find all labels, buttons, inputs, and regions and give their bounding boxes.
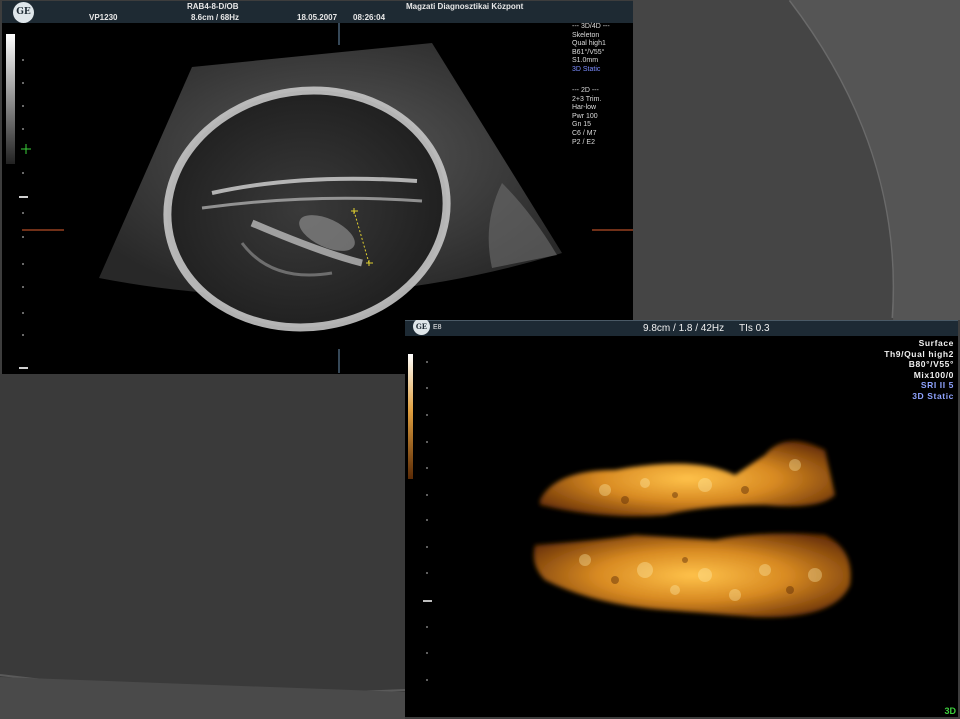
settings-3d-item: S1.0mm <box>572 57 599 65</box>
settings-2d-item: 2+3 Trim. <box>572 95 602 103</box>
settings-2d-item: Pwr 100 <box>572 112 598 120</box>
settings-3d-item: Qual high1 <box>572 40 606 48</box>
settings-2d-item: Har-low <box>572 104 597 112</box>
settings-3d-item: B61°/V55° <box>572 48 605 56</box>
patient-id: VP1230 <box>89 13 118 22</box>
thermal-index: TIs 0.3 <box>739 323 770 334</box>
settings-3d-item: Skeleton <box>572 31 600 39</box>
probe-label: RAB4-8-D/OB <box>187 2 239 11</box>
surface-render-image <box>423 361 851 681</box>
ultrasound-2d-panel: GE VP1230 RAB4-8-D/OB 8.6cm / 68Hz 18.05… <box>2 1 633 374</box>
institution-name: Magzati Diagnosztikai Központ <box>406 2 524 11</box>
depth-ruler <box>19 59 28 369</box>
mode-indicator: 3D <box>944 706 956 716</box>
settings-2d-item: C6 / M7 <box>572 129 597 137</box>
ge-logo-icon: GE <box>13 2 34 23</box>
settings-2d-item: Gn 15 <box>572 121 592 129</box>
background-panel-top-right <box>633 0 960 320</box>
settings-3d-item: 3D Static <box>572 65 601 73</box>
header-row-1 <box>2 1 633 12</box>
probe-code: E8 <box>433 324 442 331</box>
settings-3d-list: --- 3D/4D --- Skeleton Qual high1 B61°/V… <box>572 23 610 75</box>
settings-2d-item: P2 / E2 <box>572 138 595 146</box>
depth-frequency: 8.6cm / 68Hz <box>191 13 240 22</box>
ultrasound-3d-panel: GE E8 9.8cm / 1.8 / 42Hz TIs 0.3 Surface… <box>405 320 958 717</box>
crosshair-icon <box>21 144 31 154</box>
exam-time: 08:26:04 <box>353 13 386 22</box>
exam-date: 18.05.2007 <box>297 13 338 22</box>
background-panel-bottom-left <box>0 374 405 719</box>
settings-2d-item: --- 2D --- <box>572 87 599 94</box>
settings-2d-list: --- 2D --- 2+3 Trim. Har-low Pwr 100 Gn … <box>572 87 601 147</box>
depth-frequency-3d: 9.8cm / 1.8 / 42Hz <box>643 323 725 334</box>
settings-3d-item: --- 3D/4D --- <box>572 23 610 30</box>
depth-ruler-3d <box>423 361 432 681</box>
